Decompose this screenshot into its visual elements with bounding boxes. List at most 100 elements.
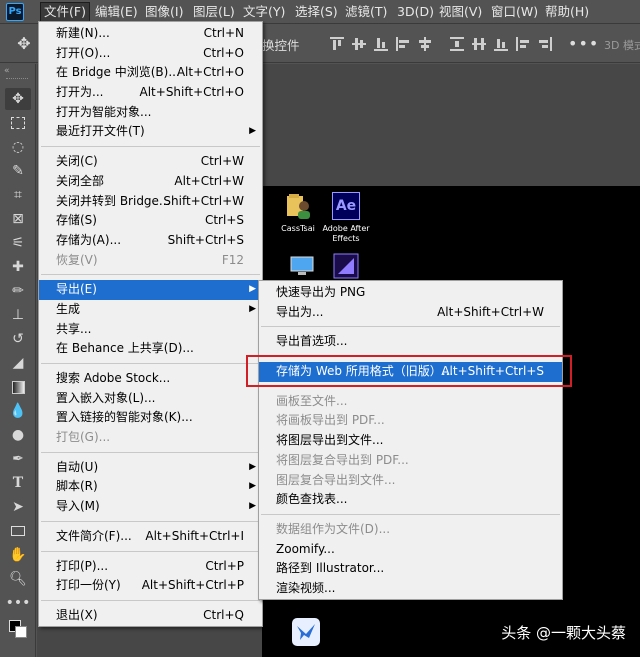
eraser-tool-icon[interactable]: ◢: [5, 352, 31, 374]
submenu-arrow-icon: ▶: [249, 461, 256, 472]
move-tool-icon[interactable]: ✥: [5, 88, 31, 110]
align-bottom-icon[interactable]: [374, 37, 388, 51]
marquee-tool-icon[interactable]: [5, 112, 31, 134]
distribute-left-icon[interactable]: [516, 37, 530, 51]
export-menu-item-12[interactable]: 路径到 Illustrator...: [259, 559, 562, 579]
pen-tool-icon[interactable]: ✒: [5, 448, 31, 470]
distribute-right-icon[interactable]: [538, 37, 552, 51]
file-menu-item-10[interactable]: 存储为(A)... Shift+Ctrl+S: [39, 231, 262, 251]
collapse-icon[interactable]: «: [4, 66, 10, 76]
export-menu-item-label: 路径到 Illustrator...: [276, 561, 385, 576]
quick-selection-tool-icon[interactable]: ✎: [5, 160, 31, 182]
menu-3d[interactable]: 3D(D): [394, 2, 437, 22]
export-menu-item-label: 将画板导出到 PDF...: [276, 413, 385, 428]
export-menu-item-5[interactable]: 将画板导出到 PDF...: [259, 411, 562, 431]
file-menu-item-shortcut: Alt+Ctrl+O: [176, 65, 244, 80]
menu-separator: [39, 517, 262, 527]
export-menu-item-1[interactable]: 导出为... Alt+Shift+Ctrl+W: [259, 303, 562, 323]
file-menu-item-4[interactable]: 打开为智能对象...: [39, 103, 262, 123]
distribute-bottom-icon[interactable]: [494, 37, 508, 51]
file-menu-item-23[interactable]: 文件简介(F)... Alt+Shift+Ctrl+I: [39, 527, 262, 547]
file-menu-item-26[interactable]: 退出(X) Ctrl+Q: [39, 606, 262, 626]
export-menu-item-2[interactable]: 导出首选项...: [259, 332, 562, 352]
file-menu-item-18[interactable]: 置入链接的智能对象(K)...: [39, 408, 262, 428]
menu-view[interactable]: 视图(V): [436, 2, 485, 22]
file-menu-item-12[interactable]: 导出(E) ▶: [39, 280, 262, 300]
rectangle-tool-icon[interactable]: [5, 520, 31, 542]
align-vcenter-icon[interactable]: [352, 37, 366, 51]
export-menu-item-11[interactable]: Zoomify...: [259, 540, 562, 560]
menu-type[interactable]: 文字(Y): [240, 2, 288, 22]
file-menu-item-11[interactable]: 恢复(V) F12: [39, 251, 262, 271]
dodge-tool-icon[interactable]: ●: [5, 424, 31, 446]
align-left-icon[interactable]: [396, 37, 410, 51]
file-menu-item-2[interactable]: 在 Bridge 中浏览(B)... Alt+Ctrl+O: [39, 63, 262, 83]
export-menu-item-8[interactable]: 图层复合导出到文件...: [259, 471, 562, 491]
export-menu-item-6[interactable]: 将图层导出到文件...: [259, 431, 562, 451]
file-menu-item-5[interactable]: 最近打开文件(T) ▶: [39, 122, 262, 142]
path-selection-tool-icon[interactable]: ➤: [5, 496, 31, 518]
export-menu-item-13[interactable]: 渲染视频...: [259, 579, 562, 599]
file-menu-item-3[interactable]: 打开为... Alt+Shift+Ctrl+O: [39, 83, 262, 103]
file-menu-item-22[interactable]: 导入(M) ▶: [39, 497, 262, 517]
export-menu-item-3[interactable]: 存储为 Web 所用格式（旧版）... Alt+Shift+Ctrl+S: [259, 362, 562, 382]
file-menu-item-16[interactable]: 搜索 Adobe Stock...: [39, 369, 262, 389]
file-menu-item-15[interactable]: 在 Behance 上共享(D)...: [39, 339, 262, 359]
crop-tool-icon[interactable]: ⌗: [5, 184, 31, 206]
file-menu-item-13[interactable]: 生成 ▶: [39, 300, 262, 320]
file-menu-item-8[interactable]: 关闭并转到 Bridge... Shift+Ctrl+W: [39, 192, 262, 212]
zoom-tool-icon[interactable]: 🔍︎: [5, 568, 31, 590]
more-tools-icon[interactable]: •••: [5, 592, 31, 614]
photoshop-logo-icon[interactable]: Ps: [6, 3, 24, 21]
gradient-tool-icon[interactable]: [5, 376, 31, 398]
hand-tool-icon[interactable]: ✋: [5, 544, 31, 566]
export-menu-item-7[interactable]: 将图层复合导出到 PDF...: [259, 451, 562, 471]
file-menu-item-0[interactable]: 新建(N)... Ctrl+N: [39, 24, 262, 44]
desktop-icon-bird[interactable]: [276, 618, 336, 650]
more-options-icon[interactable]: •••: [568, 34, 599, 53]
file-menu-item-21[interactable]: 脚本(R) ▶: [39, 477, 262, 497]
panel-grip[interactable]: [6, 78, 28, 80]
history-brush-tool-icon[interactable]: ↺: [5, 328, 31, 350]
file-menu-item-17[interactable]: 置入嵌入对象(L)...: [39, 389, 262, 409]
file-menu-item-24[interactable]: 打印(P)... Ctrl+P: [39, 557, 262, 577]
file-menu-item-6[interactable]: 关闭(C) Ctrl+W: [39, 152, 262, 172]
file-menu-item-label: 关闭(C): [56, 154, 98, 169]
desktop-icon-after-effects[interactable]: Ae Adobe After Effects: [316, 192, 376, 244]
lasso-tool-icon[interactable]: ◌: [5, 136, 31, 158]
clone-stamp-tool-icon[interactable]: ⊥: [5, 304, 31, 326]
blur-tool-icon[interactable]: 💧: [5, 400, 31, 422]
menu-help[interactable]: 帮助(H): [542, 2, 592, 22]
export-menu-item-0[interactable]: 快速导出为 PNG: [259, 283, 562, 303]
healing-brush-tool-icon[interactable]: ✚: [5, 256, 31, 278]
file-menu-item-19[interactable]: 打包(G)...: [39, 428, 262, 448]
file-menu-item-7[interactable]: 关闭全部 Alt+Ctrl+W: [39, 172, 262, 192]
align-top-icon[interactable]: [330, 37, 344, 51]
export-menu-item-10[interactable]: 数据组作为文件(D)...: [259, 520, 562, 540]
distribute-vcenter-icon[interactable]: [472, 37, 486, 51]
menu-select[interactable]: 选择(S): [292, 2, 341, 22]
brush-tool-icon[interactable]: ✏: [5, 280, 31, 302]
menu-window[interactable]: 窗口(W): [488, 2, 541, 22]
menu-separator: [259, 510, 562, 520]
menu-filter[interactable]: 滤镜(T): [342, 2, 390, 22]
menu-image[interactable]: 图像(I): [142, 2, 186, 22]
file-menu-item-20[interactable]: 自动(U) ▶: [39, 458, 262, 478]
file-menu-item-1[interactable]: 打开(O)... Ctrl+O: [39, 44, 262, 64]
menu-edit[interactable]: 编辑(E): [92, 2, 141, 22]
file-menu-item-14[interactable]: 共享...: [39, 320, 262, 340]
distribute-top-icon[interactable]: [450, 37, 464, 51]
file-menu-item-9[interactable]: 存储(S) Ctrl+S: [39, 211, 262, 231]
file-menu-item-25[interactable]: 打印一份(Y) Alt+Shift+Ctrl+P: [39, 576, 262, 596]
eyedropper-tool-icon[interactable]: ⚟: [5, 232, 31, 254]
transform-controls-label[interactable]: 换控件: [262, 35, 300, 54]
menu-file[interactable]: 文件(F): [40, 2, 90, 22]
export-menu-item-9[interactable]: 颜色查找表...: [259, 490, 562, 510]
menu-layer[interactable]: 图层(L): [190, 2, 238, 22]
align-hcenter-icon[interactable]: [418, 37, 432, 51]
frame-tool-icon[interactable]: ⊠: [5, 208, 31, 230]
type-tool-icon[interactable]: T: [5, 472, 31, 494]
color-swatches-icon[interactable]: [5, 618, 31, 640]
move-tool-icon[interactable]: ✥: [14, 34, 34, 54]
export-menu-item-4[interactable]: 画板至文件...: [259, 392, 562, 412]
